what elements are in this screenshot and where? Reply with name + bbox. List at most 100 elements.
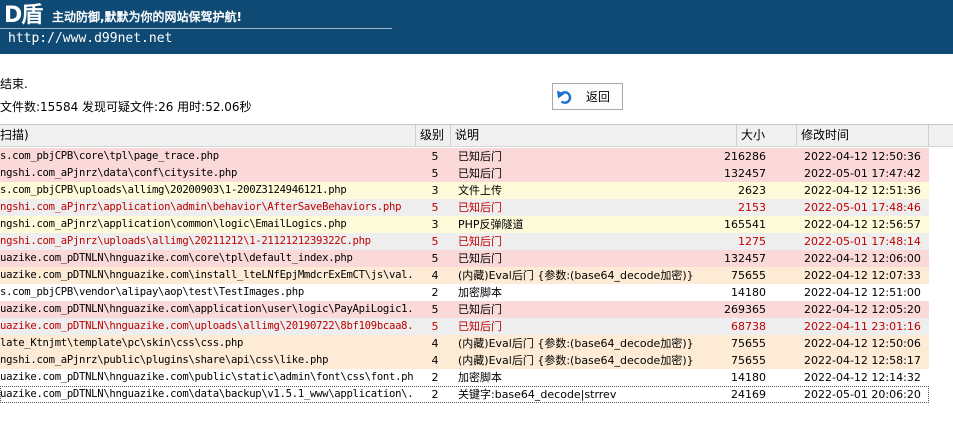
cell-desc: 加密脚本 [458, 286, 502, 299]
cell-desc: 已知后门 [458, 167, 502, 180]
cell-size: 1275 [738, 235, 766, 248]
cell-level: 5 [431, 150, 439, 163]
cell-time: 2022-05-01 20:06:20 [804, 388, 921, 401]
banner-divider [0, 28, 392, 29]
cell-desc: 已知后门 [458, 150, 502, 163]
banner-slogan: 主动防御,默默为你的网站保驾护航! [52, 10, 243, 24]
cell-time: 2022-04-12 12:58:17 [804, 354, 921, 367]
header-description[interactable]: 说明 [451, 125, 737, 146]
cell-level: 2 [431, 388, 439, 401]
cell-path: uazike.com_pDTNLN\hnguazike.com\public\s… [0, 371, 414, 383]
cell-level: 5 [431, 252, 439, 265]
table-header: 扫描) 级别 说明 大小 修改时间 [0, 125, 953, 147]
cell-size: 75655 [731, 337, 766, 350]
cell-level: 5 [431, 303, 439, 316]
cell-time: 2022-04-12 12:50:36 [804, 150, 921, 163]
cell-path: ngshi.com_aPjnrz\public\plugins\share\ap… [0, 354, 329, 366]
cell-level: 2 [431, 286, 439, 299]
back-button[interactable]: 返回 [552, 83, 623, 110]
cell-path: uazike.com_pDTNLN\hnguazike.com\uploads\… [0, 320, 414, 332]
cell-path: late_Ktnjmt\template\pc\skin\css\css.php [0, 337, 244, 349]
cell-desc: (内藏)Eval后门 {参数:(base64_decode加密)} [458, 354, 694, 367]
header-filler [929, 125, 953, 146]
cell-path: s.com_pbjCPB\vendor\alipay\aop\test\Test… [0, 286, 304, 298]
table-row[interactable]: ngshi.com_aPjnrz\application\common\logi… [0, 216, 929, 233]
app-banner: D盾 主动防御,默默为你的网站保驾护航! http://www.d99net.n… [0, 0, 953, 54]
cell-time: 2022-04-12 12:06:00 [804, 252, 921, 265]
table-row[interactable]: late_Ktnjmt\template\pc\skin\css\css.php… [0, 335, 929, 352]
d-shield-logo: D盾 [4, 3, 43, 28]
scan-stats: 文件数:15584 发现可疑文件:26 用时:52.06秒 [0, 100, 252, 114]
header-modified-time[interactable]: 修改时间 [797, 125, 929, 146]
table-row[interactable]: uazike.com_pDTNLN\hnguazike.com\install_… [0, 267, 929, 284]
table-row[interactable]: s.com_pbjCPB\core\tpl\page_trace.php 5 已知后… [0, 148, 929, 165]
cell-level: 5 [431, 320, 439, 333]
cell-size: 216286 [724, 150, 766, 163]
table-row[interactable]: ngshi.com_aPjnrz\uploads\allimg\20211212… [0, 233, 929, 250]
cell-desc: 关键字:base64_decode|strrev [458, 388, 617, 401]
cell-time: 2022-05-01 17:47:42 [804, 167, 921, 180]
site-url-link[interactable]: http://www.d99net.net [8, 31, 172, 46]
table-row[interactable]: ngshi.com_aPjnrz\application\admin\behav… [0, 199, 929, 216]
cell-desc: 已知后门 [458, 252, 502, 265]
table-row[interactable]: uazike.com_pDTNLN\hnguazike.com\public\s… [0, 369, 929, 386]
undo-arrow-icon [557, 90, 572, 104]
cell-desc: PHP反弹隧道 [458, 218, 524, 231]
cell-path: uazike.com_pDTNLN\hnguazike.com\install_… [0, 269, 414, 281]
cell-desc: 加密脚本 [458, 371, 502, 384]
cell-level: 3 [431, 184, 439, 197]
table-row[interactable]: ngshi.com_aPjnrz\public\plugins\share\ap… [0, 352, 929, 369]
cell-size: 75655 [731, 269, 766, 282]
cell-path: uazike.com_pDTNLN\hnguazike.com\data\bac… [0, 388, 414, 400]
scan-status: 结束. [0, 77, 28, 91]
cell-time: 2022-05-01 17:48:46 [804, 201, 921, 214]
cell-path: ngshi.com_aPjnrz\uploads\allimg\20211212… [0, 235, 371, 247]
header-size[interactable]: 大小 [737, 125, 797, 146]
cell-size: 269365 [724, 303, 766, 316]
cell-size: 68738 [731, 320, 766, 333]
cell-size: 2153 [738, 201, 766, 214]
back-button-label: 返回 [586, 90, 611, 104]
cell-desc: 已知后门 [458, 201, 502, 214]
cell-level: 3 [431, 218, 439, 231]
cell-path: ngshi.com_aPjnrz\data\conf\citysite.php [0, 167, 238, 179]
cell-path: uazike.com_pDTNLN\hnguazike.com\core\tpl… [0, 252, 353, 264]
cell-path: ngshi.com_aPjnrz\application\admin\behav… [0, 201, 402, 213]
table-row[interactable]: uazike.com_pDTNLN\hnguazike.com\uploads\… [0, 318, 929, 335]
table-row[interactable]: uazike.com_pDTNLN\hnguazike.com\core\tpl… [0, 250, 929, 267]
cell-path: ngshi.com_aPjnrz\application\common\logi… [0, 218, 347, 230]
cell-time: 2022-04-12 12:14:32 [804, 371, 921, 384]
cell-level: 2 [431, 371, 439, 384]
cell-time: 2022-04-12 12:51:00 [804, 286, 921, 299]
cell-time: 2022-04-12 12:51:36 [804, 184, 921, 197]
cell-path: s.com_pbjCPB\core\tpl\page_trace.php [0, 150, 219, 162]
table-row[interactable]: ngshi.com_aPjnrz\data\conf\citysite.php 5… [0, 165, 929, 182]
cell-size: 24169 [731, 388, 766, 401]
table-row[interactable]: uazike.com_pDTNLN\hnguazike.com\applicat… [0, 301, 929, 318]
cell-desc: (内藏)Eval后门 {参数:(base64_decode加密)} [458, 269, 694, 282]
header-level[interactable]: 级别 [416, 125, 451, 146]
cell-time: 2022-05-01 17:48:14 [804, 235, 921, 248]
cell-level: 5 [431, 235, 439, 248]
cell-desc: 已知后门 [458, 235, 502, 248]
scan-results-table[interactable]: 扫描) 级别 说明 大小 修改时间 s.com_pbjCPB\core\tpl\… [0, 124, 953, 407]
table-row[interactable]: s.com_pbjCPB\vendor\alipay\aop\test\Test… [0, 284, 929, 301]
cell-path: s.com_pbjCPB\uploads\allimg\20200903\1-2… [0, 184, 347, 196]
cell-level: 5 [431, 201, 439, 214]
table-row[interactable]: uazike.com_pDTNLN\hnguazike.com\data\bac… [0, 386, 929, 403]
table-row[interactable]: s.com_pbjCPB\uploads\allimg\20200903\1-2… [0, 182, 929, 199]
cell-time: 2022-04-12 12:07:33 [804, 269, 921, 282]
cell-time: 2022-04-12 12:50:06 [804, 337, 921, 350]
cell-size: 132457 [724, 252, 766, 265]
cell-path: uazike.com_pDTNLN\hnguazike.com\applicat… [0, 303, 414, 315]
header-path[interactable]: 扫描) [0, 125, 416, 146]
cell-size: 75655 [731, 354, 766, 367]
cell-time: 2022-04-12 12:05:20 [804, 303, 921, 316]
cell-size: 132457 [724, 167, 766, 180]
cell-desc: 文件上传 [458, 184, 502, 197]
cell-size: 14180 [731, 371, 766, 384]
cell-level: 4 [431, 269, 439, 282]
cell-level: 4 [431, 354, 439, 367]
cell-size: 2623 [738, 184, 766, 197]
cell-desc: 已知后门 [458, 320, 502, 333]
